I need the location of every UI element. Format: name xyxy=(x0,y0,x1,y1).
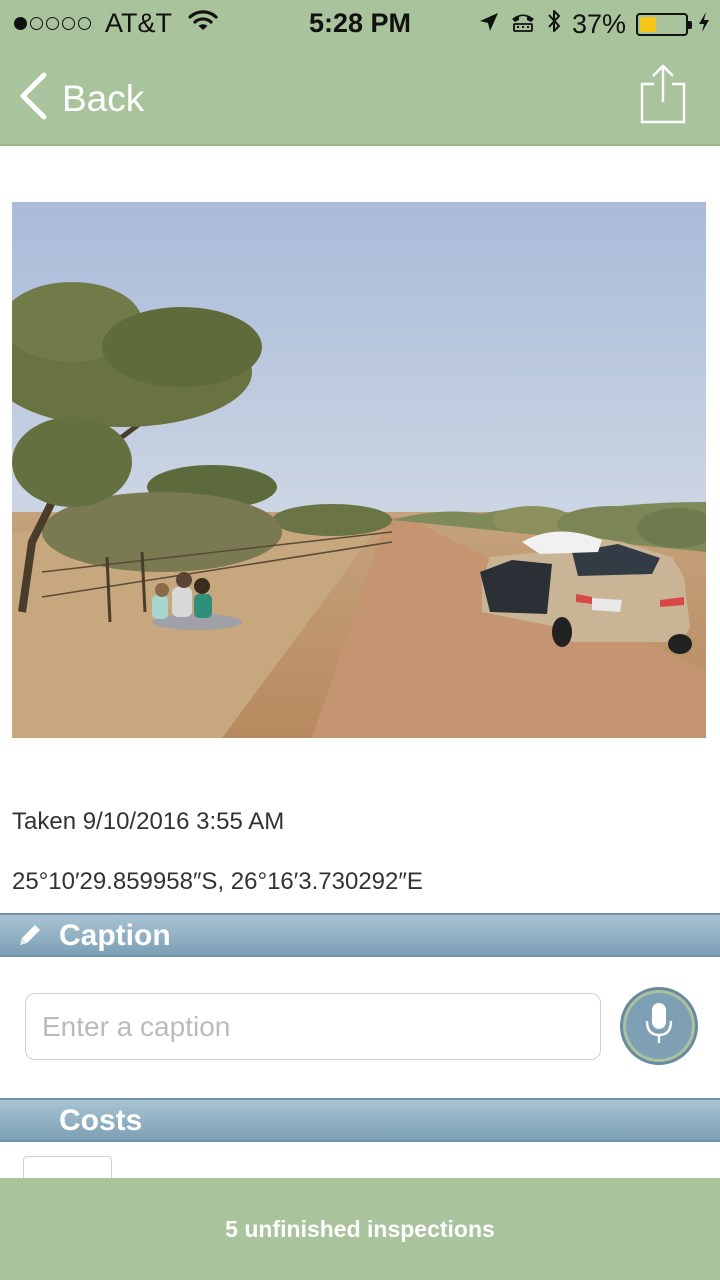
unfinished-inspections-bar[interactable]: 5 unfinished inspections xyxy=(0,1178,720,1280)
costs-section-header: Costs xyxy=(0,1098,720,1142)
tty-icon xyxy=(510,9,536,40)
bluetooth-icon xyxy=(546,8,562,41)
photo-coordinates: 25°10′29.859958″S, 26°16′3.730292″E xyxy=(12,868,423,895)
caption-section-title: Caption xyxy=(59,919,171,952)
microphone-icon xyxy=(644,1001,674,1052)
costs-section-title: Costs xyxy=(59,1104,143,1137)
pencil-icon xyxy=(16,921,44,954)
photo-taken-time: Taken 9/10/2016 3:55 AM xyxy=(12,808,285,835)
share-icon[interactable] xyxy=(640,64,686,129)
back-label: Back xyxy=(62,77,145,119)
caption-section-header: Caption xyxy=(0,913,720,957)
status-bar: AT&T 5:28 PM 37% xyxy=(0,0,720,48)
chevron-left-icon xyxy=(18,72,48,125)
inspection-photo[interactable] xyxy=(12,202,706,738)
caption-input[interactable] xyxy=(25,993,601,1060)
unfinished-inspections-label: 5 unfinished inspections xyxy=(225,1215,495,1242)
battery-percent: 37% xyxy=(571,9,626,39)
battery-fill xyxy=(640,17,657,32)
back-button[interactable]: Back xyxy=(18,72,144,125)
charging-icon xyxy=(698,9,710,40)
location-arrow-icon xyxy=(478,9,500,40)
battery-icon xyxy=(636,13,692,36)
status-right: 37% xyxy=(478,8,710,41)
microphone-button[interactable] xyxy=(620,987,698,1065)
